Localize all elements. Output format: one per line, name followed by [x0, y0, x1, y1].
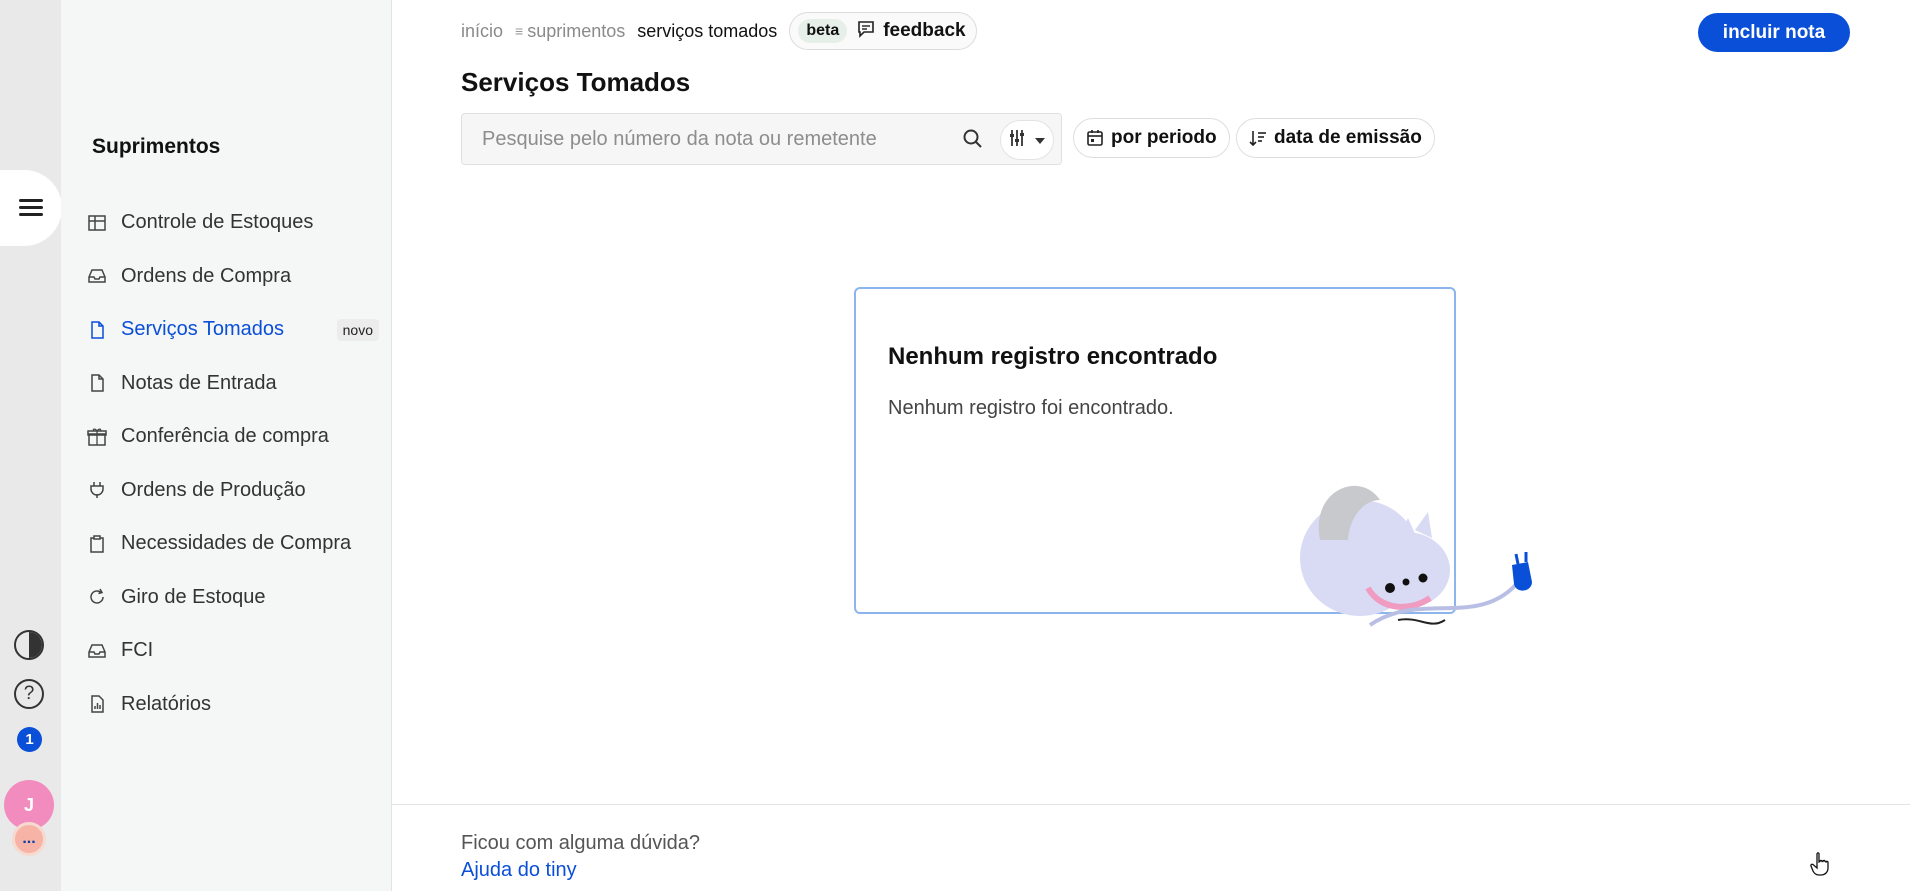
sort-button[interactable]: data de emissão — [1236, 118, 1435, 158]
add-note-button[interactable]: incluir nota — [1698, 13, 1850, 52]
breadcrumb-section-label: suprimentos — [527, 20, 626, 41]
sidebar-item-conferencia-de-compra[interactable]: Conferência de compra — [87, 410, 387, 464]
sidebar-item-label: Controle de Estoques — [121, 211, 314, 234]
sidebar-item-label: FCI — [121, 639, 154, 662]
menu-toggle-button[interactable] — [0, 170, 62, 246]
sort-icon — [1249, 129, 1267, 147]
sidebar-item-giro-de-estoque[interactable]: Giro de Estoque — [87, 571, 387, 625]
new-badge: novo — [336, 319, 379, 341]
sidebar-item-label: Conferência de compra — [121, 425, 329, 448]
search-input[interactable] — [462, 114, 932, 164]
sidebar-item-fci[interactable]: FCI — [87, 624, 387, 678]
sidebar-item-label: Notas de Entrada — [121, 371, 277, 394]
table-icon — [87, 213, 107, 233]
breadcrumb-home[interactable]: início — [461, 21, 503, 42]
theme-contrast-icon[interactable] — [14, 630, 44, 660]
sidebar-item-notas-de-entrada[interactable]: Notas de Entrada — [87, 357, 387, 411]
more-apps-button[interactable]: ... — [12, 822, 46, 856]
period-filter-button[interactable]: por periodo — [1073, 118, 1230, 158]
filter-button[interactable] — [1000, 120, 1054, 160]
cat-plug-illustration — [1280, 470, 1540, 630]
sidebar-item-controle-de-estoques[interactable]: Controle de Estoques — [87, 196, 387, 250]
period-filter-label: por periodo — [1111, 127, 1217, 148]
search-box — [461, 113, 1062, 165]
sidebar-item-label: Relatórios — [121, 692, 212, 715]
sidebar-item-label: Giro de Estoque — [121, 585, 266, 608]
hamburger-icon — [19, 199, 43, 217]
document-icon — [87, 373, 107, 393]
feedback-button[interactable]: beta feedback — [789, 12, 977, 50]
chat-icon — [857, 20, 875, 43]
hand-cursor-icon — [1810, 852, 1830, 881]
plug-icon — [87, 480, 107, 500]
footer-question: Ficou com alguma dúvida? — [461, 832, 701, 854]
refresh-icon — [87, 587, 107, 607]
sidebar-item-necessidades-de-compra[interactable]: Necessidades de Compra — [87, 517, 387, 571]
document-icon — [87, 320, 107, 340]
clipboard-icon — [87, 534, 107, 554]
sidebar-item-ordens-de-producao[interactable]: Ordens de Produção — [87, 464, 387, 518]
sidebar-item-relatorios[interactable]: Relatórios — [87, 678, 387, 732]
inbox-icon — [87, 641, 107, 661]
empty-state-text: Nenhum registro foi encontrado. — [888, 397, 1174, 419]
left-rail: ? 1 J ... — [0, 0, 62, 891]
caret-down-icon — [1035, 131, 1045, 149]
help-link[interactable]: Ajuda do tiny — [461, 859, 577, 882]
main-content: início ≡ suprimentos serviços tomados be… — [392, 0, 1910, 891]
sort-label: data de emissão — [1274, 127, 1422, 148]
beta-badge: beta — [798, 19, 848, 43]
list-icon: ≡ — [515, 23, 524, 39]
sliders-icon — [1009, 129, 1029, 152]
notification-badge[interactable]: 1 — [17, 727, 42, 752]
sidebar-item-ordens-de-compra[interactable]: Ordens de Compra — [87, 250, 387, 304]
page-title: Serviços Tomados — [461, 67, 691, 97]
empty-state-title: Nenhum registro encontrado — [888, 343, 1218, 370]
sidebar-item-label: Ordens de Compra — [121, 264, 292, 287]
sidebar-item-label: Ordens de Produção — [121, 478, 306, 501]
report-icon — [87, 694, 107, 714]
calendar-icon — [1086, 129, 1104, 147]
box-icon — [87, 427, 107, 447]
app-window: ? 1 J ... Suprimentos Controle de Estoqu… — [0, 0, 1910, 891]
sidebar: Suprimentos Controle de Estoques Ordens … — [61, 0, 392, 891]
footer: Ficou com alguma dúvida? Ajuda do tiny — [392, 804, 1910, 891]
feedback-label: feedback — [883, 20, 966, 41]
search-icon[interactable] — [962, 128, 986, 152]
breadcrumb-current: serviços tomados — [637, 20, 778, 41]
breadcrumb: início ≡ suprimentos serviços tomados be… — [461, 12, 977, 50]
sidebar-item-label: Necessidades de Compra — [121, 532, 352, 555]
sidebar-nav: Controle de Estoques Ordens de Compra Se… — [87, 196, 387, 731]
sidebar-item-label: Serviços Tomados — [121, 318, 285, 341]
sidebar-title: Suprimentos — [92, 135, 221, 158]
breadcrumb-section[interactable]: ≡ suprimentos — [515, 21, 625, 42]
help-icon[interactable]: ? — [14, 679, 44, 709]
inbox-icon — [87, 266, 107, 286]
sidebar-item-servicos-tomados[interactable]: Serviços Tomados novo — [87, 303, 387, 357]
